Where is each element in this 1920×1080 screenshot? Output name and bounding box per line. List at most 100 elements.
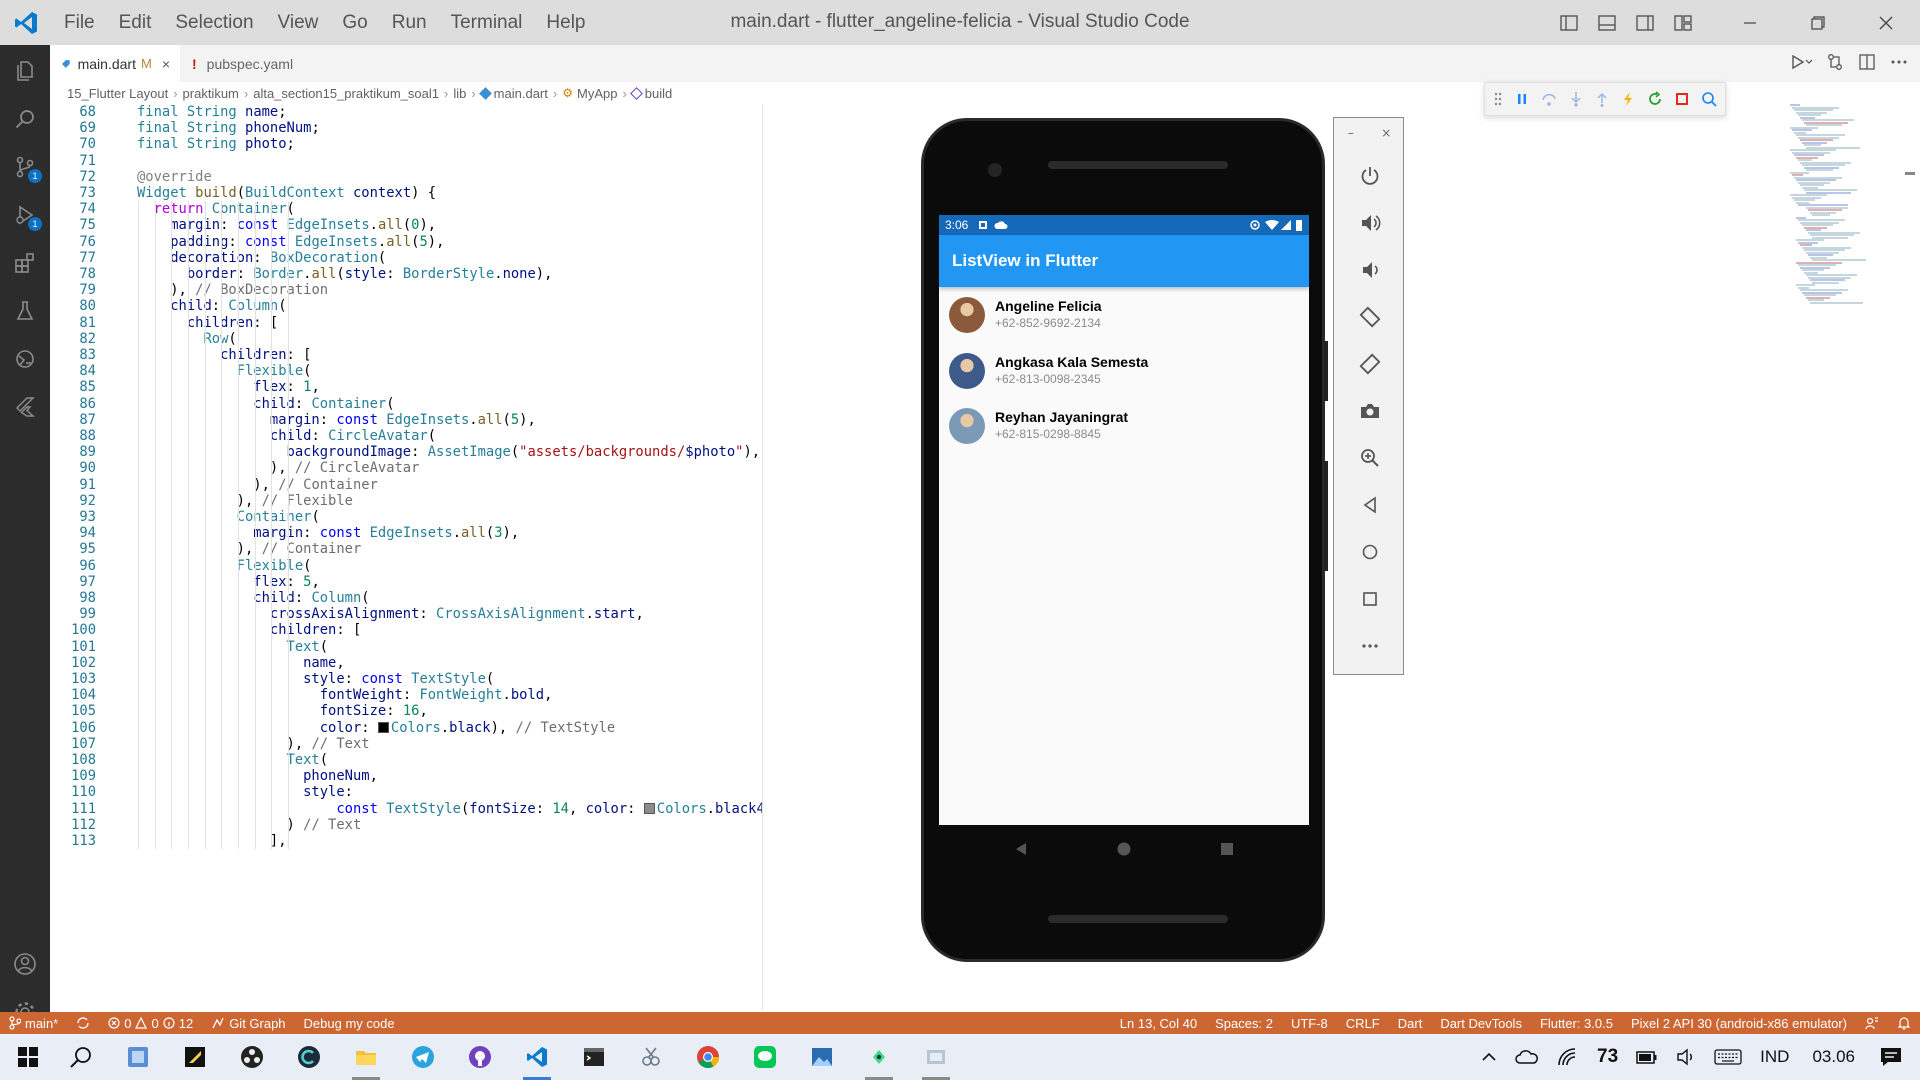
code-line[interactable]: 81 children: [ [50, 315, 762, 331]
code-line[interactable]: 98 child: Column( [50, 590, 762, 606]
notifications-icon[interactable] [1888, 1016, 1920, 1030]
keyboard-icon[interactable] [1705, 1048, 1751, 1066]
toggle-secondary-sidebar-icon[interactable] [1626, 0, 1664, 45]
run-debug-icon[interactable]: 1 [0, 191, 50, 239]
breadcrumb-item[interactable]: praktikum [183, 86, 239, 101]
hot-reload-icon[interactable] [1621, 91, 1635, 107]
back-icon[interactable] [1013, 841, 1029, 857]
color-swatch-icon[interactable] [643, 802, 655, 814]
volume-up-icon[interactable] [1334, 203, 1405, 243]
sync-icon[interactable] [67, 1016, 99, 1030]
line-icon[interactable] [737, 1034, 793, 1080]
breadcrumb-item[interactable]: MyApp [577, 86, 617, 101]
power-icon[interactable] [1334, 156, 1405, 196]
home-icon[interactable] [1116, 841, 1132, 857]
code-line[interactable]: 111 const TextStyle(fontSize: 14, color:… [50, 801, 762, 817]
customize-layout-icon[interactable] [1664, 0, 1702, 45]
camera-icon[interactable] [1334, 391, 1405, 431]
emulator-icon[interactable] [908, 1034, 964, 1080]
code-line[interactable]: 74 return Container( [50, 201, 762, 217]
dart-devtools[interactable]: Dart DevTools [1431, 1016, 1531, 1031]
terminal-icon[interactable] [566, 1034, 622, 1080]
code-line[interactable]: 73 Widget build(BuildContext context) { [50, 185, 762, 201]
breadcrumb-item[interactable]: lib [453, 86, 466, 101]
code-line[interactable]: 86 child: Container( [50, 396, 762, 412]
step-out-icon[interactable] [1595, 91, 1609, 107]
menu-help[interactable]: Help [534, 12, 597, 34]
close-button[interactable] [1852, 0, 1920, 45]
chevron-up-icon[interactable] [1472, 1049, 1506, 1065]
zoom-icon[interactable] [1334, 438, 1405, 478]
step-over-icon[interactable] [1541, 91, 1557, 107]
tab-main-dart[interactable]: main.dart M × [50, 45, 180, 82]
chrome-icon[interactable] [680, 1034, 736, 1080]
minimap[interactable] [1790, 104, 1900, 354]
code-line[interactable]: 90 ), // CircleAvatar [50, 460, 762, 476]
open-changes-icon[interactable] [1826, 53, 1844, 71]
feedback-icon[interactable] [1856, 1016, 1888, 1030]
clock[interactable]: 03.06 [1798, 1047, 1871, 1067]
code-editor[interactable]: 68 final String name; 69 final String phone… [50, 104, 762, 1010]
code-line[interactable]: 87 margin: const EdgeInsets.all(5), [50, 412, 762, 428]
code-line[interactable]: 95 ), // Container [50, 541, 762, 557]
problems-indicator[interactable]: 0 0 12 [99, 1016, 202, 1031]
extensions-icon[interactable] [0, 239, 50, 287]
code-line[interactable]: 78 border: Border.all(style: BorderStyle… [50, 266, 762, 282]
breadcrumb-item[interactable]: build [645, 86, 672, 101]
code-line[interactable]: 76 padding: const EdgeInsets.all(5), [50, 234, 762, 250]
input-language[interactable]: IND [1751, 1047, 1798, 1067]
contact-list-item[interactable]: Angkasa Kala Semesta +62-813-0098-2345 [939, 345, 1309, 401]
emulator-close-button[interactable]: × [1381, 126, 1391, 140]
more-icon[interactable] [1334, 626, 1405, 666]
breadcrumb-item[interactable]: main.dart [494, 86, 548, 101]
code-line[interactable]: 92 ), // Flexible [50, 493, 762, 509]
git-graph-item[interactable]: Git Graph [202, 1016, 294, 1031]
menu-go[interactable]: Go [330, 12, 379, 34]
step-into-icon[interactable] [1569, 91, 1583, 107]
source-control-icon[interactable]: 1 [0, 143, 50, 191]
code-line[interactable]: 83 children: [ [50, 347, 762, 363]
breadcrumb-item[interactable]: 15_Flutter Layout [67, 86, 168, 101]
devtools-icon[interactable] [1701, 91, 1717, 107]
code-line[interactable]: 68 final String name; [50, 104, 762, 120]
code-line[interactable]: 107 ), // Text [50, 736, 762, 752]
menu-selection[interactable]: Selection [163, 12, 265, 34]
device-selector[interactable]: Pixel 2 API 30 (android-x86 emulator) [1622, 1016, 1856, 1031]
account-icon[interactable] [0, 940, 50, 988]
windows-start-icon[interactable] [0, 1034, 56, 1080]
back-icon[interactable] [1334, 485, 1405, 525]
explorer-icon[interactable] [0, 47, 50, 95]
language-mode[interactable]: Dart [1389, 1016, 1432, 1031]
github-desktop-icon[interactable] [452, 1034, 508, 1080]
grip-icon[interactable] [1493, 91, 1503, 107]
code-line[interactable]: 113 ], [50, 833, 762, 849]
search-icon[interactable] [0, 95, 50, 143]
search-icon[interactable] [53, 1034, 109, 1080]
menu-run[interactable]: Run [380, 12, 439, 34]
task-view-icon[interactable] [110, 1034, 166, 1080]
device-screen[interactable]: 3:06 ListView in Flutter Angeline Felici… [939, 215, 1309, 825]
code-line[interactable]: 96 Flexible( [50, 558, 762, 574]
contact-list-item[interactable]: Reyhan Jayaningrat +62-815-0298-8845 [939, 400, 1309, 456]
end-of-line[interactable]: CRLF [1337, 1016, 1389, 1031]
code-line[interactable]: 72 @override [50, 169, 762, 185]
indentation[interactable]: Spaces: 2 [1206, 1016, 1282, 1031]
encoding[interactable]: UTF-8 [1282, 1016, 1337, 1031]
code-line[interactable]: 91 ), // Container [50, 477, 762, 493]
code-line[interactable]: 103 style: const TextStyle( [50, 671, 762, 687]
code-line[interactable]: 75 margin: const EdgeInsets.all(0), [50, 217, 762, 233]
code-line[interactable]: 93 Container( [50, 509, 762, 525]
file-explorer-icon[interactable] [338, 1034, 394, 1080]
menu-edit[interactable]: Edit [107, 12, 164, 34]
breadcrumb-item[interactable]: alta_section15_praktikum_soal1 [253, 86, 439, 101]
onedrive-icon[interactable] [1506, 1049, 1548, 1065]
menu-view[interactable]: View [266, 12, 331, 34]
recents-icon[interactable] [1219, 841, 1235, 857]
code-line[interactable]: 70 final String photo; [50, 136, 762, 152]
vscode-icon[interactable] [509, 1034, 565, 1080]
volume-icon[interactable] [1667, 1048, 1705, 1066]
obs-icon[interactable] [224, 1034, 280, 1080]
restore-button[interactable] [1784, 0, 1852, 45]
code-line[interactable]: 110 style: [50, 784, 762, 800]
contact-list-item[interactable]: Angeline Felicia +62-852-9692-2134 [939, 289, 1309, 345]
